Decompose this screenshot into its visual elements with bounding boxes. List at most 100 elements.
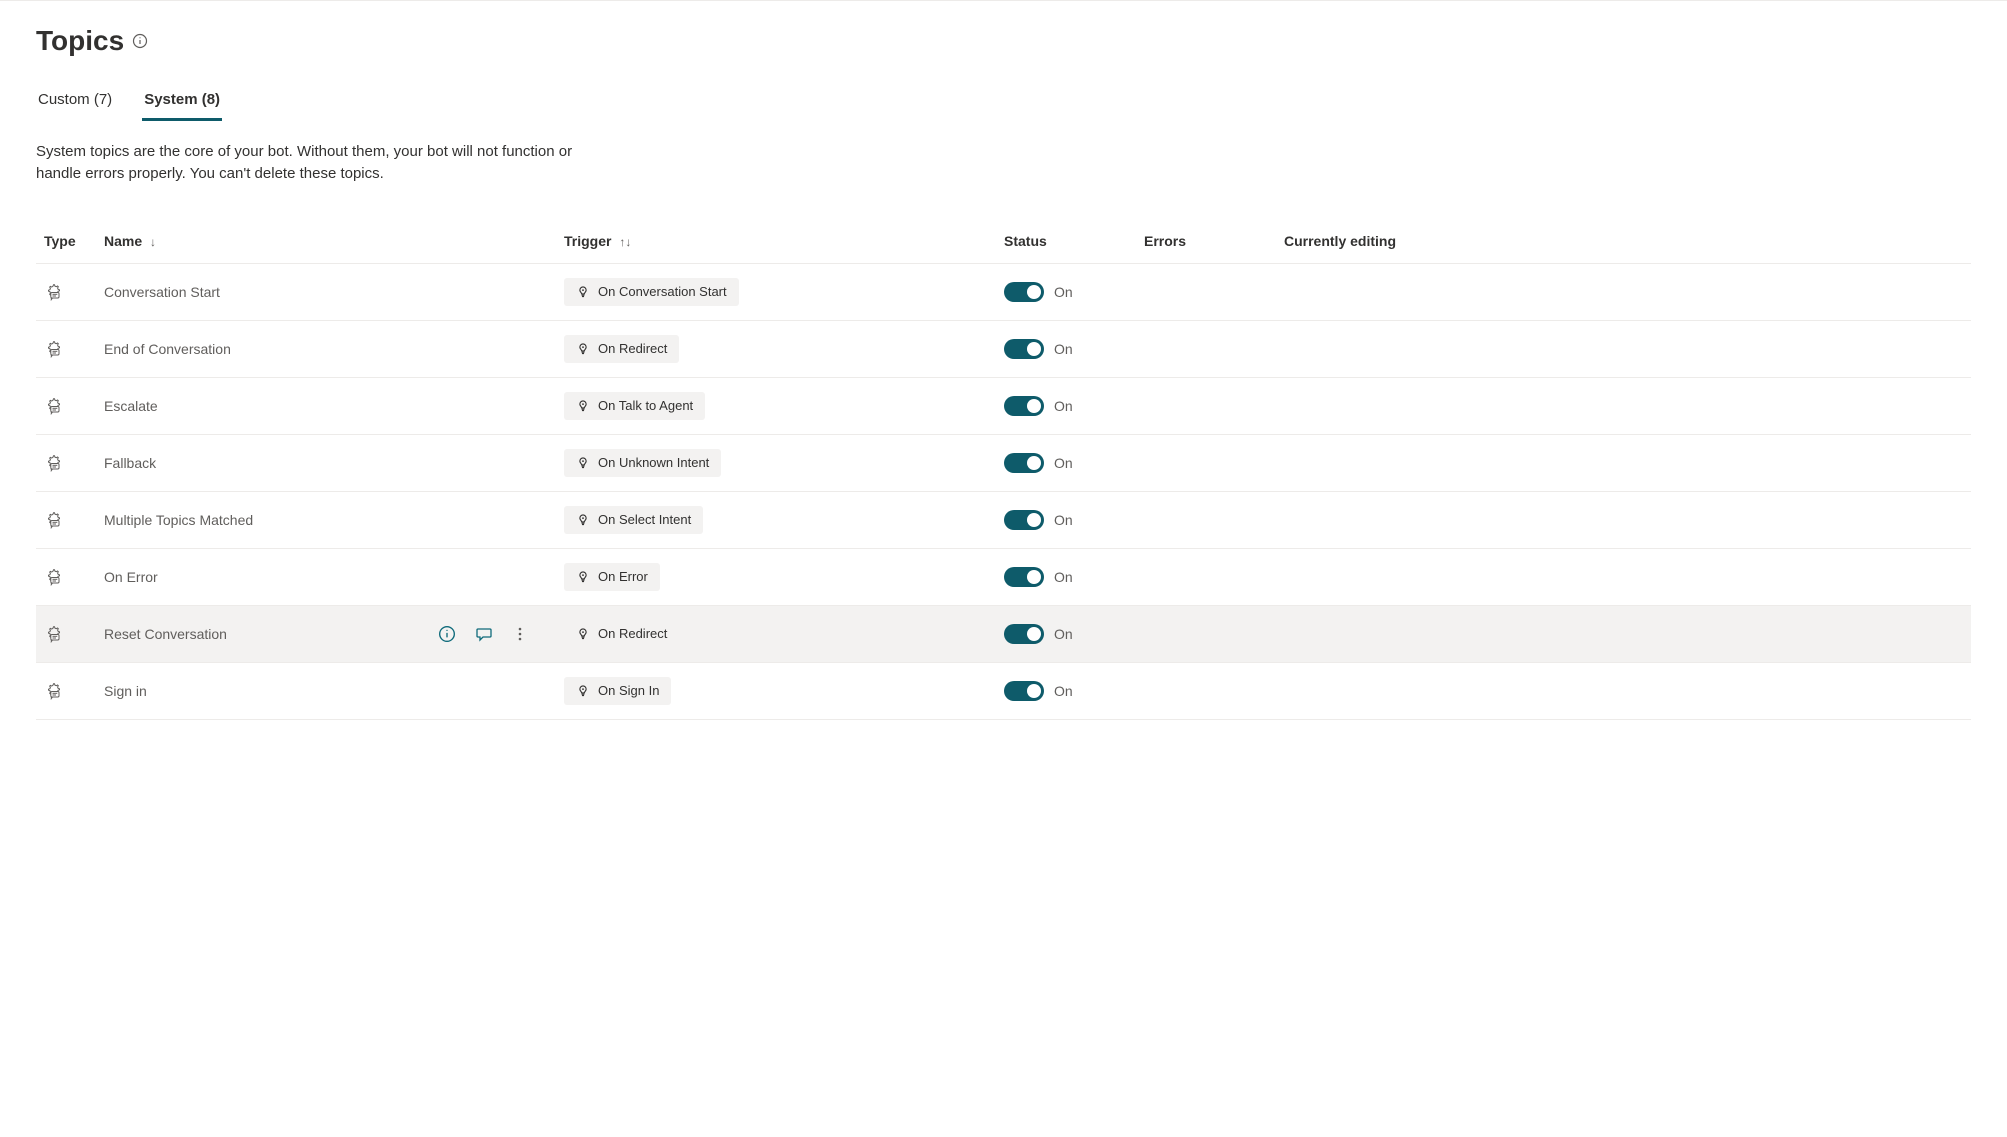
status-toggle[interactable] <box>1004 624 1044 644</box>
col-status[interactable]: Status <box>996 223 1136 264</box>
topic-name-link[interactable]: Conversation Start <box>104 284 220 300</box>
editing-cell <box>1276 377 1971 434</box>
trigger-pill[interactable]: On Talk to Agent <box>564 392 705 420</box>
trigger-label: On Talk to Agent <box>598 398 693 413</box>
errors-cell <box>1136 434 1276 491</box>
col-editing[interactable]: Currently editing <box>1276 223 1971 264</box>
status-label: On <box>1054 512 1073 528</box>
table-row[interactable]: Conversation Start On Conversation Start O… <box>36 263 1971 320</box>
chat-test-icon[interactable] <box>474 624 494 644</box>
errors-cell <box>1136 491 1276 548</box>
lightbulb-icon <box>576 683 590 699</box>
tab-system[interactable]: System (8) <box>142 85 222 121</box>
editing-cell <box>1276 605 1971 662</box>
status-label: On <box>1054 455 1073 471</box>
tab-description: System topics are the core of your bot. … <box>36 141 596 185</box>
status-toggle[interactable] <box>1004 396 1044 416</box>
status-label: On <box>1054 683 1073 699</box>
lightbulb-icon <box>576 341 590 357</box>
errors-cell <box>1136 548 1276 605</box>
lightbulb-icon <box>576 455 590 471</box>
table-row[interactable]: Sign in On Sign In On <box>36 662 1971 719</box>
editing-cell <box>1276 320 1971 377</box>
status-toggle[interactable] <box>1004 567 1044 587</box>
lightbulb-icon <box>576 626 590 642</box>
topic-name-link[interactable]: End of Conversation <box>104 341 231 357</box>
trigger-label: On Conversation Start <box>598 284 727 299</box>
topic-name-link[interactable]: Escalate <box>104 398 158 414</box>
status-toggle[interactable] <box>1004 681 1044 701</box>
info-icon[interactable] <box>438 625 456 643</box>
status-label: On <box>1054 626 1073 642</box>
status-label: On <box>1054 284 1073 300</box>
trigger-label: On Unknown Intent <box>598 455 709 470</box>
trigger-label: On Redirect <box>598 626 667 641</box>
table-row[interactable]: On Error On Error On <box>36 548 1971 605</box>
col-trigger-label: Trigger <box>564 233 611 249</box>
col-type[interactable]: Type <box>36 223 96 264</box>
trigger-pill[interactable]: On Select Intent <box>564 506 703 534</box>
tabs: Custom (7) System (8) <box>36 85 1971 121</box>
table-row[interactable]: Multiple Topics Matched On Select Intent O… <box>36 491 1971 548</box>
more-actions-icon[interactable] <box>512 626 528 642</box>
table-row[interactable]: Fallback On Unknown Intent On <box>36 434 1971 491</box>
status-label: On <box>1054 341 1073 357</box>
system-topic-icon <box>44 568 88 586</box>
editing-cell <box>1276 434 1971 491</box>
trigger-pill[interactable]: On Sign In <box>564 677 671 705</box>
system-topic-icon <box>44 283 88 301</box>
errors-cell <box>1136 605 1276 662</box>
col-trigger[interactable]: Trigger ↑↓ <box>556 223 996 264</box>
trigger-label: On Error <box>598 569 648 584</box>
errors-cell <box>1136 263 1276 320</box>
trigger-label: On Redirect <box>598 341 667 356</box>
lightbulb-icon <box>576 569 590 585</box>
lightbulb-icon <box>576 512 590 528</box>
system-topic-icon <box>44 682 88 700</box>
lightbulb-icon <box>576 284 590 300</box>
system-topic-icon <box>44 511 88 529</box>
table-row[interactable]: End of Conversation On Redirect On <box>36 320 1971 377</box>
trigger-pill[interactable]: On Unknown Intent <box>564 449 721 477</box>
trigger-label: On Select Intent <box>598 512 691 527</box>
editing-cell <box>1276 263 1971 320</box>
editing-cell <box>1276 491 1971 548</box>
status-label: On <box>1054 569 1073 585</box>
trigger-pill[interactable]: On Redirect <box>564 620 679 648</box>
editing-cell <box>1276 548 1971 605</box>
trigger-label: On Sign In <box>598 683 659 698</box>
status-toggle[interactable] <box>1004 453 1044 473</box>
col-name-label: Name <box>104 233 142 249</box>
table-row[interactable]: Escalate On Talk to Agent On <box>36 377 1971 434</box>
errors-cell <box>1136 377 1276 434</box>
system-topic-icon <box>44 397 88 415</box>
sort-down-icon: ↓ <box>150 235 156 249</box>
table-row[interactable]: Reset Conversation On Redirect On <box>36 605 1971 662</box>
sort-both-icon: ↑↓ <box>619 235 631 249</box>
status-toggle[interactable] <box>1004 510 1044 530</box>
status-toggle[interactable] <box>1004 282 1044 302</box>
topics-table: Type Name ↓ Trigger ↑↓ Status Errors Cur… <box>36 223 1971 720</box>
info-icon[interactable] <box>132 33 148 49</box>
topic-name-link[interactable]: Sign in <box>104 683 147 699</box>
col-errors[interactable]: Errors <box>1136 223 1276 264</box>
editing-cell <box>1276 662 1971 719</box>
lightbulb-icon <box>576 398 590 414</box>
trigger-pill[interactable]: On Error <box>564 563 660 591</box>
topic-name-link[interactable]: On Error <box>104 569 158 585</box>
topic-name-link[interactable]: Multiple Topics Matched <box>104 512 253 528</box>
col-name[interactable]: Name ↓ <box>96 223 556 264</box>
trigger-pill[interactable]: On Redirect <box>564 335 679 363</box>
status-label: On <box>1054 398 1073 414</box>
topic-name-link[interactable]: Fallback <box>104 455 156 471</box>
tab-custom[interactable]: Custom (7) <box>36 85 114 121</box>
errors-cell <box>1136 662 1276 719</box>
system-topic-icon <box>44 340 88 358</box>
errors-cell <box>1136 320 1276 377</box>
status-toggle[interactable] <box>1004 339 1044 359</box>
system-topic-icon <box>44 454 88 472</box>
page-title: Topics <box>36 25 124 57</box>
topic-name-link[interactable]: Reset Conversation <box>104 626 227 642</box>
system-topic-icon <box>44 625 88 643</box>
trigger-pill[interactable]: On Conversation Start <box>564 278 739 306</box>
